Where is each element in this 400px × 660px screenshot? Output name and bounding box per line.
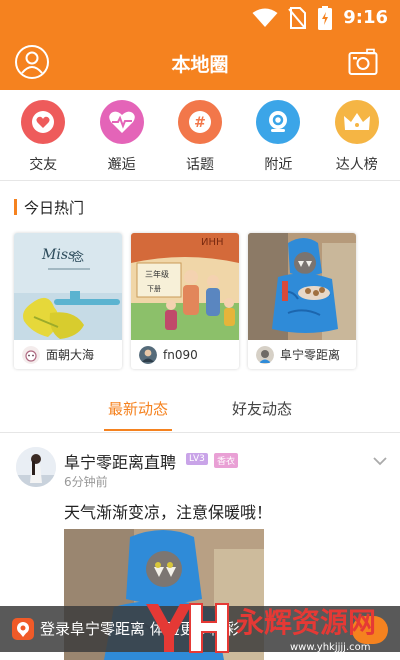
avatar — [139, 345, 157, 364]
quick-nav-label: 话题 — [185, 157, 214, 173]
heartbeat-icon — [99, 100, 144, 144]
hot-card[interactable]: 阜宁零距离 — [248, 233, 356, 369]
tab-friends[interactable]: 好友动态 — [232, 398, 292, 419]
hot-card-image — [248, 233, 356, 340]
level-badge: LV3 — [186, 453, 208, 465]
hot-card-footer: 阜宁零距离 — [248, 340, 356, 369]
hot-card-image-subtitle: 下册 — [147, 285, 161, 293]
quick-nav-item-dating[interactable]: 交友 — [5, 90, 81, 180]
app-header-background: 9:16 本地圈 — [0, 0, 400, 90]
hot-card-image-title: Miss — [41, 247, 75, 263]
avatar — [22, 345, 40, 364]
tag-badge: 香衣 — [214, 453, 239, 468]
chevron-down-icon[interactable] — [372, 455, 388, 467]
tab-latest[interactable]: 最新动态 — [108, 398, 168, 419]
watermark-logo: 永辉资源网 www.yhkjjjj.com — [146, 603, 376, 653]
camera-icon[interactable] — [348, 48, 378, 76]
heart-icon — [21, 100, 66, 144]
hot-card-name: 面朝大海 — [46, 348, 95, 362]
status-bar: 9:16 — [0, 0, 400, 36]
hot-card-image: Miss 念 — [14, 233, 122, 340]
hot-card-name: fn090 — [163, 347, 198, 362]
hot-cards: Miss 念 面朝大海 ИНН 三年级 下册 fn090 阜宁零距离 — [14, 233, 400, 371]
post-text: 天气渐渐变凉，注意保暖哦！ — [64, 503, 273, 522]
hot-card-footer: 面朝大海 — [14, 340, 122, 369]
hot-card[interactable]: ИНН 三年级 下册 fn090 — [131, 233, 239, 369]
location-icon — [12, 618, 34, 640]
section-accent-bar — [14, 199, 17, 215]
page-title: 本地圈 — [171, 54, 229, 76]
hot-card-image-top: ИНН — [201, 237, 224, 248]
hot-card-image-title: 三年级 — [145, 269, 169, 279]
quick-nav-label: 达人榜 — [335, 157, 378, 173]
hot-card-image-subtitle: 念 — [72, 249, 84, 264]
active-tab-indicator — [104, 429, 172, 431]
quick-nav-item-encounter[interactable]: 邂逅 — [84, 90, 160, 180]
hot-card-name: 阜宁零距离 — [280, 348, 341, 362]
watermark-url: www.yhkjjjj.com — [290, 642, 371, 653]
quick-nav-item-nearby[interactable]: 附近 — [240, 90, 316, 180]
hot-card-footer: fn090 — [131, 340, 239, 369]
avatar[interactable] — [16, 447, 56, 487]
watermark-text: 永辉资源网 — [236, 606, 376, 639]
quick-nav-label: 附近 — [264, 157, 293, 173]
post-author[interactable]: 阜宁零距离直聘 — [64, 449, 176, 473]
quick-nav-label: 交友 — [29, 157, 58, 173]
hot-section-title: 今日热门 — [24, 199, 85, 217]
hot-section: 今日热门 Miss 念 面朝大海 ИНН 三年级 下册 fn090 阜宁零距离 — [0, 181, 400, 381]
status-time: 9:16 — [343, 7, 388, 28]
app-header: 本地圈 — [0, 36, 400, 90]
wifi-icon — [252, 8, 278, 27]
svg-text:#: # — [194, 115, 206, 131]
avatar — [256, 345, 274, 364]
location-pin-icon — [256, 100, 301, 144]
quick-nav: 交友 邂逅 # 话题 附近 达人榜 — [0, 90, 400, 180]
battery-charging-icon — [318, 6, 332, 30]
feed-tabs: 最新动态 好友动态 — [0, 388, 400, 432]
quick-nav-item-ranking[interactable]: 达人榜 — [319, 90, 395, 180]
hashtag-icon: # — [177, 100, 222, 144]
quick-nav-item-topics[interactable]: # 话题 — [162, 90, 238, 180]
hot-card[interactable]: Miss 念 面朝大海 — [14, 233, 122, 369]
post-time: 6分钟前 — [64, 475, 108, 489]
no-sim-icon — [288, 7, 306, 29]
crown-icon — [334, 100, 379, 144]
hot-card-image: ИНН 三年级 下册 — [131, 233, 239, 340]
quick-nav-label: 邂逅 — [107, 157, 136, 173]
